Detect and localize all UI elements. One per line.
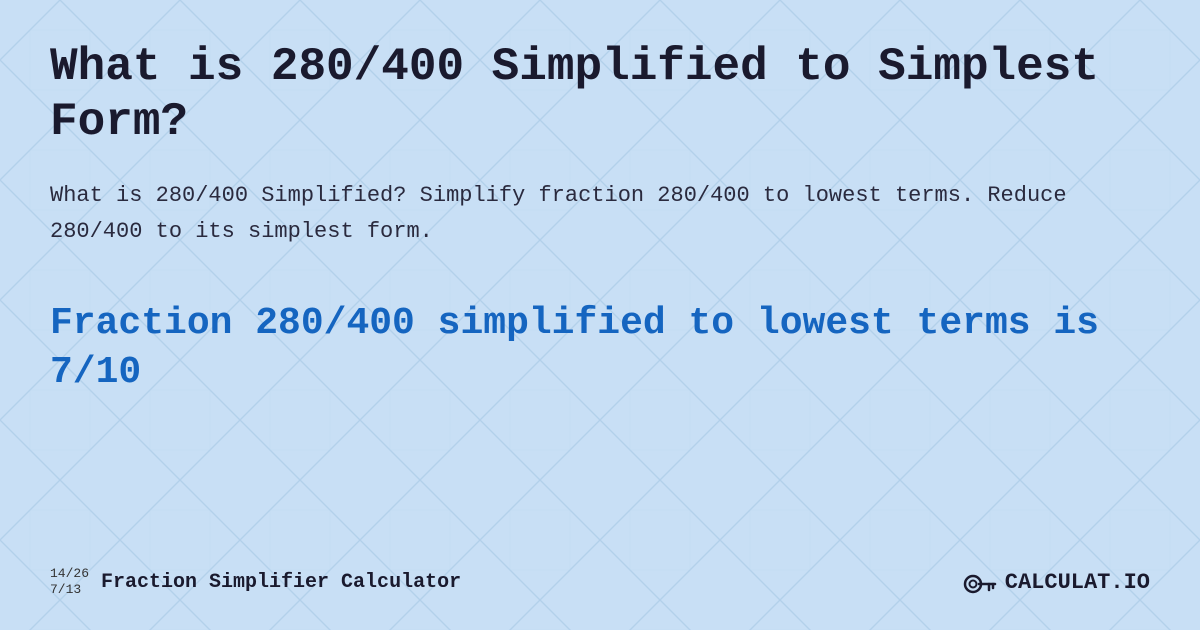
logo-text: CALCULAT.IO: [1005, 570, 1150, 595]
footer: 14/26 7/13 Fraction Simplifier Calculato…: [50, 554, 1150, 600]
fraction-stack: 14/26 7/13: [50, 566, 89, 597]
fraction-top: 14/26: [50, 566, 89, 582]
description-text: What is 280/400 Simplified? Simplify fra…: [50, 178, 1150, 248]
footer-left: 14/26 7/13 Fraction Simplifier Calculato…: [50, 566, 461, 597]
result-text: Fraction 280/400 simplified to lowest te…: [50, 299, 1150, 398]
logo-area: CALCULAT.IO: [961, 564, 1150, 600]
fraction-bottom: 7/13: [50, 582, 89, 598]
calculator-name: Fraction Simplifier Calculator: [101, 571, 461, 594]
page-title: What is 280/400 Simplified to Simplest F…: [50, 40, 1150, 150]
calculator-icon: [961, 564, 997, 600]
